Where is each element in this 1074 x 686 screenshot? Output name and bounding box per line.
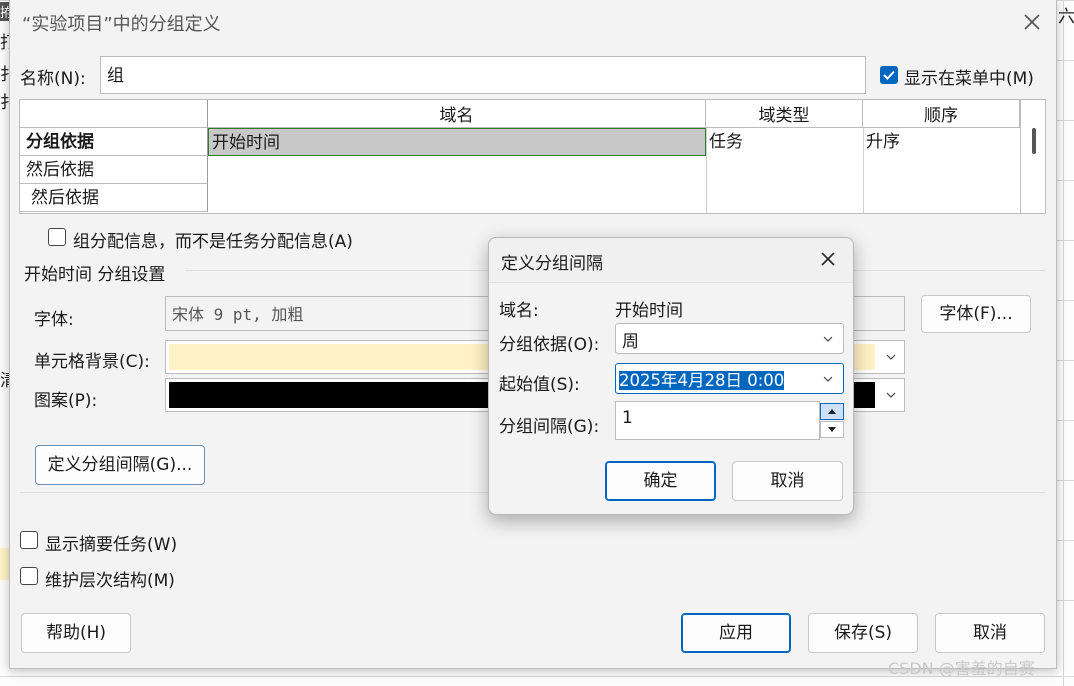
interval-value: 1 <box>622 408 633 428</box>
font-label: 字体: <box>34 310 74 330</box>
triangle-down-icon <box>828 427 836 432</box>
assignment-label: 组分配信息，而不是任务分配信息(A) <box>73 232 353 252</box>
grid-corner <box>20 100 208 128</box>
interval-dialog-title: 定义分组间隔 <box>501 254 603 274</box>
font-button[interactable]: 字体(F)... <box>921 295 1031 333</box>
cancel-button[interactable]: 取消 <box>935 613 1045 653</box>
grid-cell-type[interactable]: 任务 <box>706 128 863 156</box>
show-in-menu-label: 显示在菜单中(M) <box>904 69 1034 89</box>
help-button[interactable]: 帮助(H) <box>21 613 131 653</box>
start-at-value: 2025年4月28日 0:00 <box>619 371 785 390</box>
field-name-value: 开始时间 <box>615 301 683 321</box>
triangle-up-icon <box>828 409 836 414</box>
column-header-order[interactable]: 顺序 <box>863 100 1020 128</box>
interval-label: 分组间隔(G): <box>499 417 600 437</box>
grid-cell-order[interactable]: 升序 <box>863 128 1020 156</box>
keep-hierarchy-checkbox[interactable] <box>20 567 38 585</box>
row-header-then-by: 然后依据 <box>20 184 208 212</box>
name-value: 组 <box>107 66 124 86</box>
pattern-label: 图案(P): <box>34 391 98 411</box>
cell-background-label: 单元格背景(C): <box>34 352 150 372</box>
bg-fragment: 六 <box>1058 7 1074 27</box>
settings-heading: 开始时间 分组设置 <box>24 265 166 285</box>
font-value: 宋体 9 pt, 加粗 <box>172 305 304 324</box>
keep-hierarchy-label: 维护层次结构(M) <box>45 571 175 591</box>
define-interval-button[interactable]: 定义分组间隔(G)... <box>35 445 205 485</box>
show-in-menu-checkbox[interactable] <box>880 66 898 84</box>
watermark: CSDN @害羞的自赛 <box>888 659 1035 678</box>
name-label: 名称(N): <box>20 69 86 89</box>
save-button[interactable]: 保存(S) <box>808 613 918 653</box>
show-summary-label: 显示摘要任务(W) <box>45 535 178 555</box>
close-icon[interactable] <box>1020 10 1044 34</box>
row-header-then-by: 然后依据 <box>20 156 208 184</box>
grid-cell-field[interactable]: 开始时间 <box>208 128 706 156</box>
group-on-label: 分组依据(O): <box>499 335 600 355</box>
grid-scrollbar-thumb[interactable] <box>1032 128 1036 154</box>
show-summary-checkbox[interactable] <box>20 531 38 549</box>
ok-button[interactable]: 确定 <box>605 461 716 501</box>
group-on-value: 周 <box>622 332 639 352</box>
interval-cancel-button[interactable]: 取消 <box>732 461 843 501</box>
assignment-checkbox[interactable] <box>48 228 66 246</box>
group-grid: 域名 域类型 顺序 分组依据 然后依据 然后依据 开始时间 任务 升序 <box>19 99 1046 214</box>
start-at-label: 起始值(S): <box>499 375 580 395</box>
start-at-select[interactable]: 2025年4月28日 0:00 <box>615 363 844 394</box>
group-on-select[interactable]: 周 <box>615 323 844 354</box>
spin-up-button[interactable] <box>820 403 844 420</box>
name-input[interactable]: 组 <box>100 56 866 94</box>
chevron-down-icon <box>886 354 896 360</box>
define-interval-dialog: 定义分组间隔 域名: 开始时间 分组依据(O): 周 起始值(S): 2025年… <box>488 237 854 515</box>
checkmark-icon <box>883 70 895 80</box>
interval-input[interactable]: 1 <box>615 401 820 440</box>
dialog-title: “实验项目”中的分组定义 <box>22 14 221 35</box>
spin-down-button[interactable] <box>820 421 844 438</box>
chevron-down-icon <box>823 336 833 342</box>
column-header-field[interactable]: 域名 <box>208 100 706 128</box>
column-header-type[interactable]: 域类型 <box>706 100 863 128</box>
chevron-down-icon <box>886 392 896 398</box>
chevron-down-icon <box>823 376 833 382</box>
apply-button[interactable]: 应用 <box>681 613 791 653</box>
row-header-group-by: 分组依据 <box>20 128 208 156</box>
field-name-label: 域名: <box>499 301 539 321</box>
close-icon[interactable] <box>817 248 839 270</box>
